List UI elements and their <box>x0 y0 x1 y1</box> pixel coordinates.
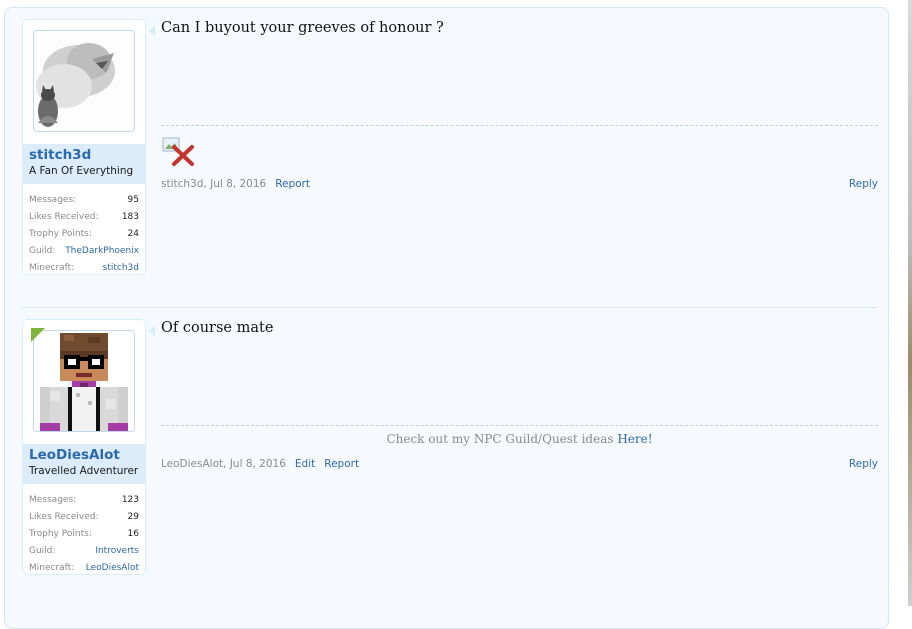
stat-label: Minecraft: <box>29 563 75 573</box>
message-divider <box>161 125 878 126</box>
minecraft-link[interactable]: stitch3d <box>103 263 139 273</box>
stat-value: 123 <box>121 495 139 505</box>
report-link[interactable]: Report <box>275 178 310 190</box>
user-info-panel: stitch3d A Fan Of Everything Messages: 9… <box>22 19 146 275</box>
signature-text: Check out my NPC Guild/Quest ideas <box>386 432 614 446</box>
window-edge <box>908 0 912 606</box>
stat-value: 16 <box>127 529 139 539</box>
thread-messages: stitch3d A Fan Of Everything Messages: 9… <box>4 7 889 629</box>
message-meta: LeoDiesAlot, Jul 8, 2016 Edit Report <box>161 458 359 470</box>
lion-and-cat-avatar <box>34 31 134 131</box>
meta-date[interactable]: Jul 8, 2016 <box>230 458 286 470</box>
message-arrow <box>149 25 155 37</box>
stat-minecraft: Minecraft: LeoDiesAlot <box>29 561 139 578</box>
message-content: Of course mate <box>161 320 274 336</box>
stat-guild: Guild: TheDarkPhoenix <box>29 244 139 261</box>
message-arrow <box>149 325 155 337</box>
avatar[interactable] <box>33 30 135 132</box>
stat-label: Likes Received: <box>29 212 99 222</box>
stat-minecraft: Minecraft: stitch3d <box>29 261 139 278</box>
stat-messages: Messages: 123 <box>29 493 139 510</box>
username-link[interactable]: stitch3d <box>29 147 91 163</box>
avatar[interactable] <box>33 330 135 432</box>
message-meta: stitch3d, Jul 8, 2016 Report <box>161 178 310 190</box>
user-info-panel: LeoDiesAlot Travelled Adventurer Message… <box>22 319 146 575</box>
broken-image-icon <box>162 137 194 166</box>
stat-value: 183 <box>121 212 139 222</box>
guild-link[interactable]: TheDarkPhoenix <box>65 246 139 256</box>
report-link[interactable]: Report <box>324 458 359 470</box>
meta-author[interactable]: LeoDiesAlot <box>161 458 223 470</box>
edit-link[interactable]: Edit <box>295 458 315 470</box>
stat-label: Messages: <box>29 195 77 205</box>
message-divider <box>161 425 878 426</box>
stat-trophy-points: Trophy Points: 16 <box>29 527 139 544</box>
meta-separator: , <box>223 458 230 470</box>
online-indicator-icon <box>31 328 45 342</box>
signature: Check out my NPC Guild/Quest ideas Here! <box>161 432 878 446</box>
signature-link[interactable]: Here! <box>617 432 652 446</box>
message-content: Can I buyout your greeves of honour ? <box>161 20 444 36</box>
meta-author[interactable]: stitch3d <box>161 178 203 190</box>
stat-messages: Messages: 95 <box>29 193 139 210</box>
stat-value: 29 <box>127 512 139 522</box>
stat-label: Guild: <box>29 246 56 256</box>
reply-link[interactable]: Reply <box>849 178 878 190</box>
stat-label: Messages: <box>29 495 77 505</box>
stat-guild: Guild: Introverts <box>29 544 139 561</box>
stat-label: Minecraft: <box>29 263 75 273</box>
stat-value: 95 <box>127 195 139 205</box>
stat-label: Guild: <box>29 546 56 556</box>
user-stats: Messages: 123 Likes Received: 29 Trophy … <box>29 493 139 578</box>
stat-value: 24 <box>127 229 139 239</box>
user-stats: Messages: 95 Likes Received: 183 Trophy … <box>29 193 139 278</box>
username-link[interactable]: LeoDiesAlot <box>29 447 120 463</box>
guild-link[interactable]: Introverts <box>95 546 139 556</box>
stat-label: Trophy Points: <box>29 529 92 539</box>
user-name-block: stitch3d A Fan Of Everything <box>23 144 145 184</box>
stat-likes-received: Likes Received: 183 <box>29 210 139 227</box>
stat-label: Likes Received: <box>29 512 99 522</box>
user-title: Travelled Adventurer <box>29 465 139 477</box>
user-title: A Fan Of Everything <box>29 165 134 177</box>
stat-trophy-points: Trophy Points: 24 <box>29 227 139 244</box>
stat-label: Trophy Points: <box>29 229 92 239</box>
user-name-block: LeoDiesAlot Travelled Adventurer <box>23 444 145 484</box>
reply-link[interactable]: Reply <box>849 458 878 470</box>
minecraft-link[interactable]: LeoDiesAlot <box>86 563 139 573</box>
minecraft-skin-avatar <box>34 331 134 431</box>
stat-likes-received: Likes Received: 29 <box>29 510 139 527</box>
post-separator <box>21 307 878 308</box>
meta-date[interactable]: Jul 8, 2016 <box>210 178 266 190</box>
